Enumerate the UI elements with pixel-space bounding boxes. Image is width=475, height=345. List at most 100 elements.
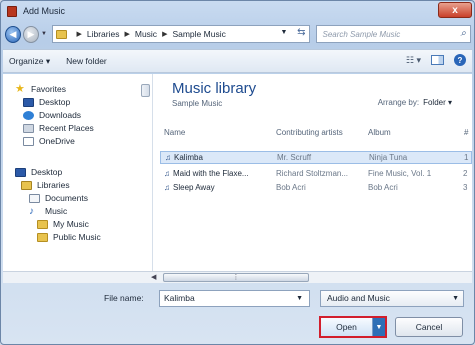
organize-menu[interactable]: Organize ▾	[9, 56, 50, 67]
nav-downloads[interactable]: Downloads	[23, 110, 81, 120]
nav-label: Recent Places	[39, 123, 94, 133]
nav-recent-places[interactable]: Recent Places	[23, 123, 94, 133]
file-name-dropdown-icon[interactable]: ▼	[296, 291, 303, 306]
nav-my-music[interactable]: My Music	[37, 219, 89, 229]
file-row[interactable]: ♫ Maid with the Flaxe... Richard Stoltzma…	[160, 168, 472, 181]
folder-icon	[56, 29, 68, 39]
navigation-pane: ★ Favorites Desktop Downloads Recent Pla…	[3, 74, 153, 282]
nav-music[interactable]: ♪ Music	[29, 206, 67, 216]
nav-favorites[interactable]: ★ Favorites	[15, 82, 66, 95]
file-name-row: File name: Kalimba ▼ Audio and Music ▼	[3, 290, 472, 310]
file-type-select[interactable]: Audio and Music ▼	[320, 290, 464, 307]
file-list-pane: Music library Sample Music Arrange by: Fo…	[154, 74, 472, 282]
file-name: Sleep Away	[173, 183, 215, 192]
nav-desktop-favorite[interactable]: Desktop	[23, 97, 70, 107]
library-title: Music library	[172, 80, 257, 97]
help-icon[interactable]: ?	[454, 54, 466, 66]
nav-label: Libraries	[37, 180, 70, 190]
search-icon[interactable]: ⌕	[460, 28, 466, 39]
nav-label: Favorites	[31, 84, 66, 94]
nav-scroll-thumb[interactable]	[141, 84, 150, 97]
arrange-label: Arrange by:	[377, 98, 420, 107]
onedrive-icon	[23, 136, 34, 146]
nav-scrollbar[interactable]	[141, 78, 150, 278]
open-options-dropdown-icon[interactable]: ▼	[372, 318, 385, 336]
file-type-value: Audio and Music	[327, 293, 390, 303]
file-name-label: File name:	[104, 293, 144, 303]
address-bar[interactable]: ▶ Libraries ▶ Music ▶ Sample Music ▼ ⇆	[52, 25, 311, 43]
nav-public-music[interactable]: Public Music	[37, 232, 101, 242]
chevron-right-icon[interactable]: ▶	[76, 30, 81, 38]
search-input[interactable]: Search Sample Music ⌕	[316, 25, 471, 43]
add-music-dialog: Add Music x ◀ ▶ ▼ ▶ Libraries ▶ Music ▶ …	[0, 0, 475, 345]
nav-onedrive[interactable]: OneDrive	[23, 136, 75, 146]
breadcrumb-libraries[interactable]: Libraries	[87, 29, 120, 39]
app-icon	[7, 5, 17, 17]
breadcrumb-sample-music[interactable]: Sample Music	[172, 29, 225, 39]
file-album: Fine Music, Vol. 1	[368, 169, 432, 178]
scroll-left-arrow-icon[interactable]: ◀	[151, 273, 156, 281]
music-file-icon: ♫	[164, 169, 170, 178]
dialog-buttons: Open ▼ Cancel	[3, 316, 472, 340]
music-note-icon: ♪	[29, 205, 34, 217]
breadcrumb-music[interactable]: Music	[135, 29, 157, 39]
nav-desktop[interactable]: Desktop	[15, 167, 62, 177]
column-header-artists[interactable]: Contributing artists	[276, 128, 343, 137]
column-header-album[interactable]: Album	[368, 128, 391, 137]
nav-label: OneDrive	[39, 136, 75, 146]
file-name: Kalimba	[174, 153, 203, 162]
file-artist: Bob Acri	[276, 183, 306, 192]
close-button[interactable]: x	[438, 2, 472, 18]
file-number: 2	[463, 169, 468, 178]
chevron-right-icon[interactable]: ▶	[162, 30, 167, 38]
preview-pane-icon[interactable]	[431, 55, 444, 65]
column-header-number[interactable]: #	[464, 128, 468, 137]
desktop-icon	[15, 167, 26, 177]
nav-label: My Music	[53, 219, 89, 229]
star-icon: ★	[15, 82, 25, 95]
change-view-icon[interactable]: ☷ ▾	[406, 55, 421, 66]
search-placeholder: Search Sample Music	[322, 29, 401, 39]
arrange-value[interactable]: Folder ▾	[423, 98, 452, 107]
nav-libraries[interactable]: Libraries	[21, 180, 70, 190]
file-name-field[interactable]: Kalimba ▼	[159, 290, 310, 307]
open-label: Open	[336, 322, 357, 332]
nav-label: Downloads	[39, 110, 82, 120]
file-name: Maid with the Flaxe...	[173, 169, 249, 178]
nav-documents[interactable]: Documents	[29, 193, 88, 203]
music-file-icon: ♫	[164, 183, 170, 192]
refresh-icon[interactable]: ⇆	[297, 27, 305, 38]
column-header-name[interactable]: Name	[164, 128, 185, 137]
arrange-by[interactable]: Arrange by: Folder ▾	[378, 98, 452, 107]
forward-arrow-icon[interactable]: ▶	[23, 25, 39, 43]
cancel-button[interactable]: Cancel	[395, 317, 463, 337]
nav-label: Desktop	[39, 97, 71, 107]
back-arrow-icon[interactable]: ◀	[5, 25, 21, 43]
nav-label: Desktop	[31, 167, 63, 177]
horizontal-scrollbar[interactable]: ◀ ⋮	[3, 271, 472, 283]
file-name-value: Kalimba	[164, 293, 195, 303]
horizontal-scroll-thumb[interactable]: ⋮	[163, 273, 309, 282]
music-file-icon: ♫	[165, 153, 171, 162]
file-album: Ninja Tuna	[369, 153, 408, 162]
new-folder-button[interactable]: New folder	[66, 56, 107, 66]
window-title: Add Music	[23, 6, 66, 16]
open-button[interactable]: Open ▼	[319, 316, 387, 338]
view-controls: ☷ ▾ ?	[406, 54, 466, 66]
command-bar: Organize ▾ New folder ☷ ▾ ?	[3, 49, 472, 73]
file-artist: Richard Stoltzman...	[276, 169, 349, 178]
file-row[interactable]: ♫ Sleep Away Bob Acri Bob Acri 3	[160, 182, 472, 195]
recent-pages-dropdown-icon[interactable]: ▼	[41, 31, 48, 37]
library-subtitle: Sample Music	[172, 99, 223, 108]
address-dropdown-icon[interactable]: ▼	[281, 29, 288, 36]
file-row[interactable]: ♫ Kalimba Mr. Scruff Ninja Tuna 1	[160, 151, 472, 164]
file-artist: Mr. Scruff	[277, 153, 312, 162]
file-type-dropdown-icon[interactable]: ▼	[452, 291, 459, 306]
folder-icon	[37, 219, 48, 229]
address-row: ◀ ▶ ▼ ▶ Libraries ▶ Music ▶ Sample Music…	[5, 23, 471, 45]
chevron-right-icon[interactable]: ▶	[124, 30, 129, 38]
nav-label: Public Music	[53, 232, 101, 242]
libraries-icon	[21, 180, 32, 190]
desktop-icon	[23, 97, 34, 107]
downloads-icon	[23, 110, 34, 120]
